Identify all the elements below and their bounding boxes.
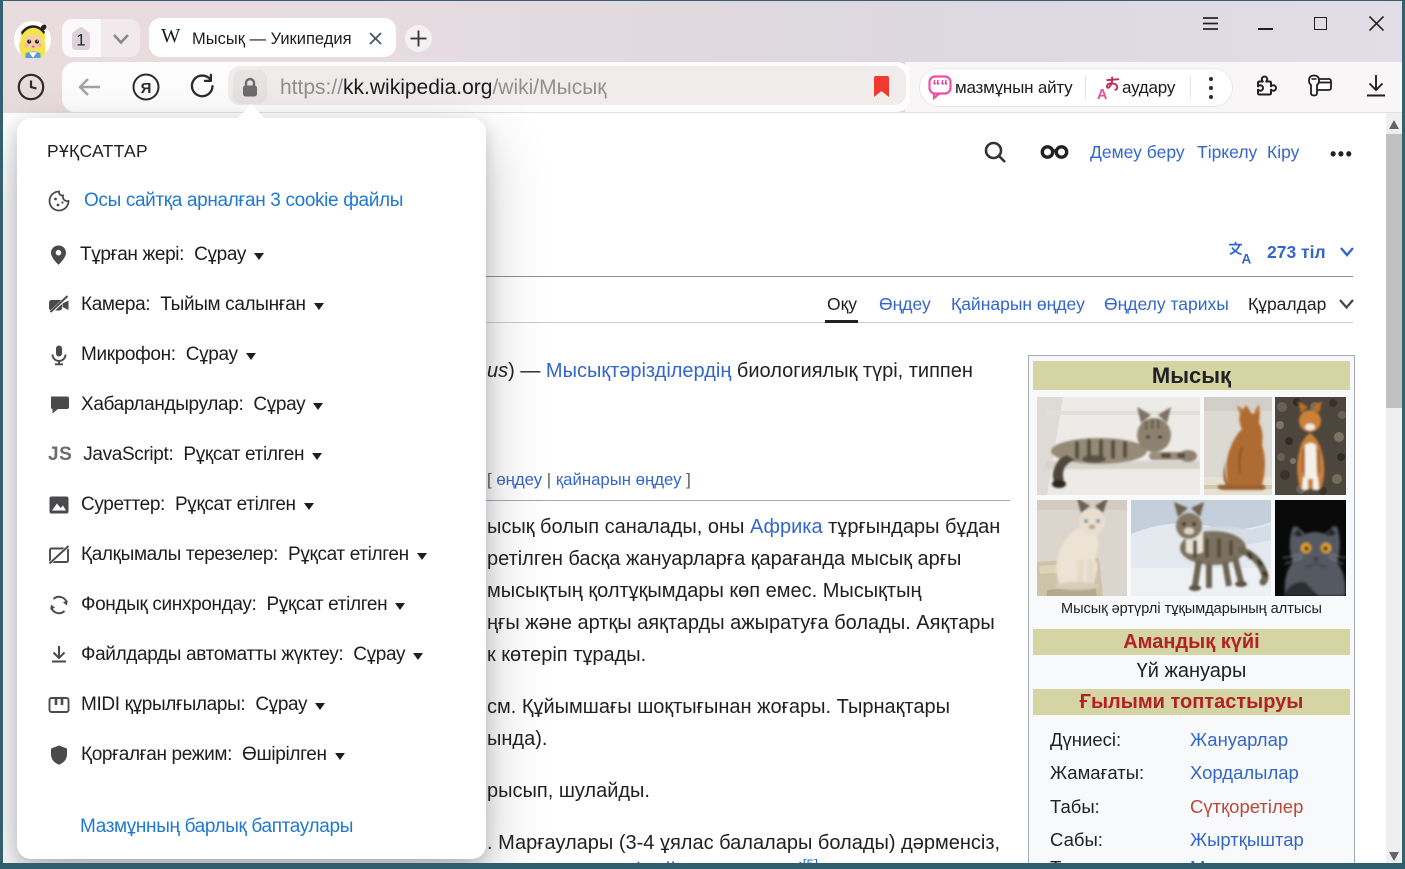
svg-text:1: 1 — [76, 31, 85, 50]
svg-text:““: ““ — [932, 78, 948, 95]
svg-text:A: A — [1097, 87, 1108, 100]
svg-text:A: A — [1242, 252, 1252, 265]
svg-text:Я: Я — [141, 80, 152, 97]
